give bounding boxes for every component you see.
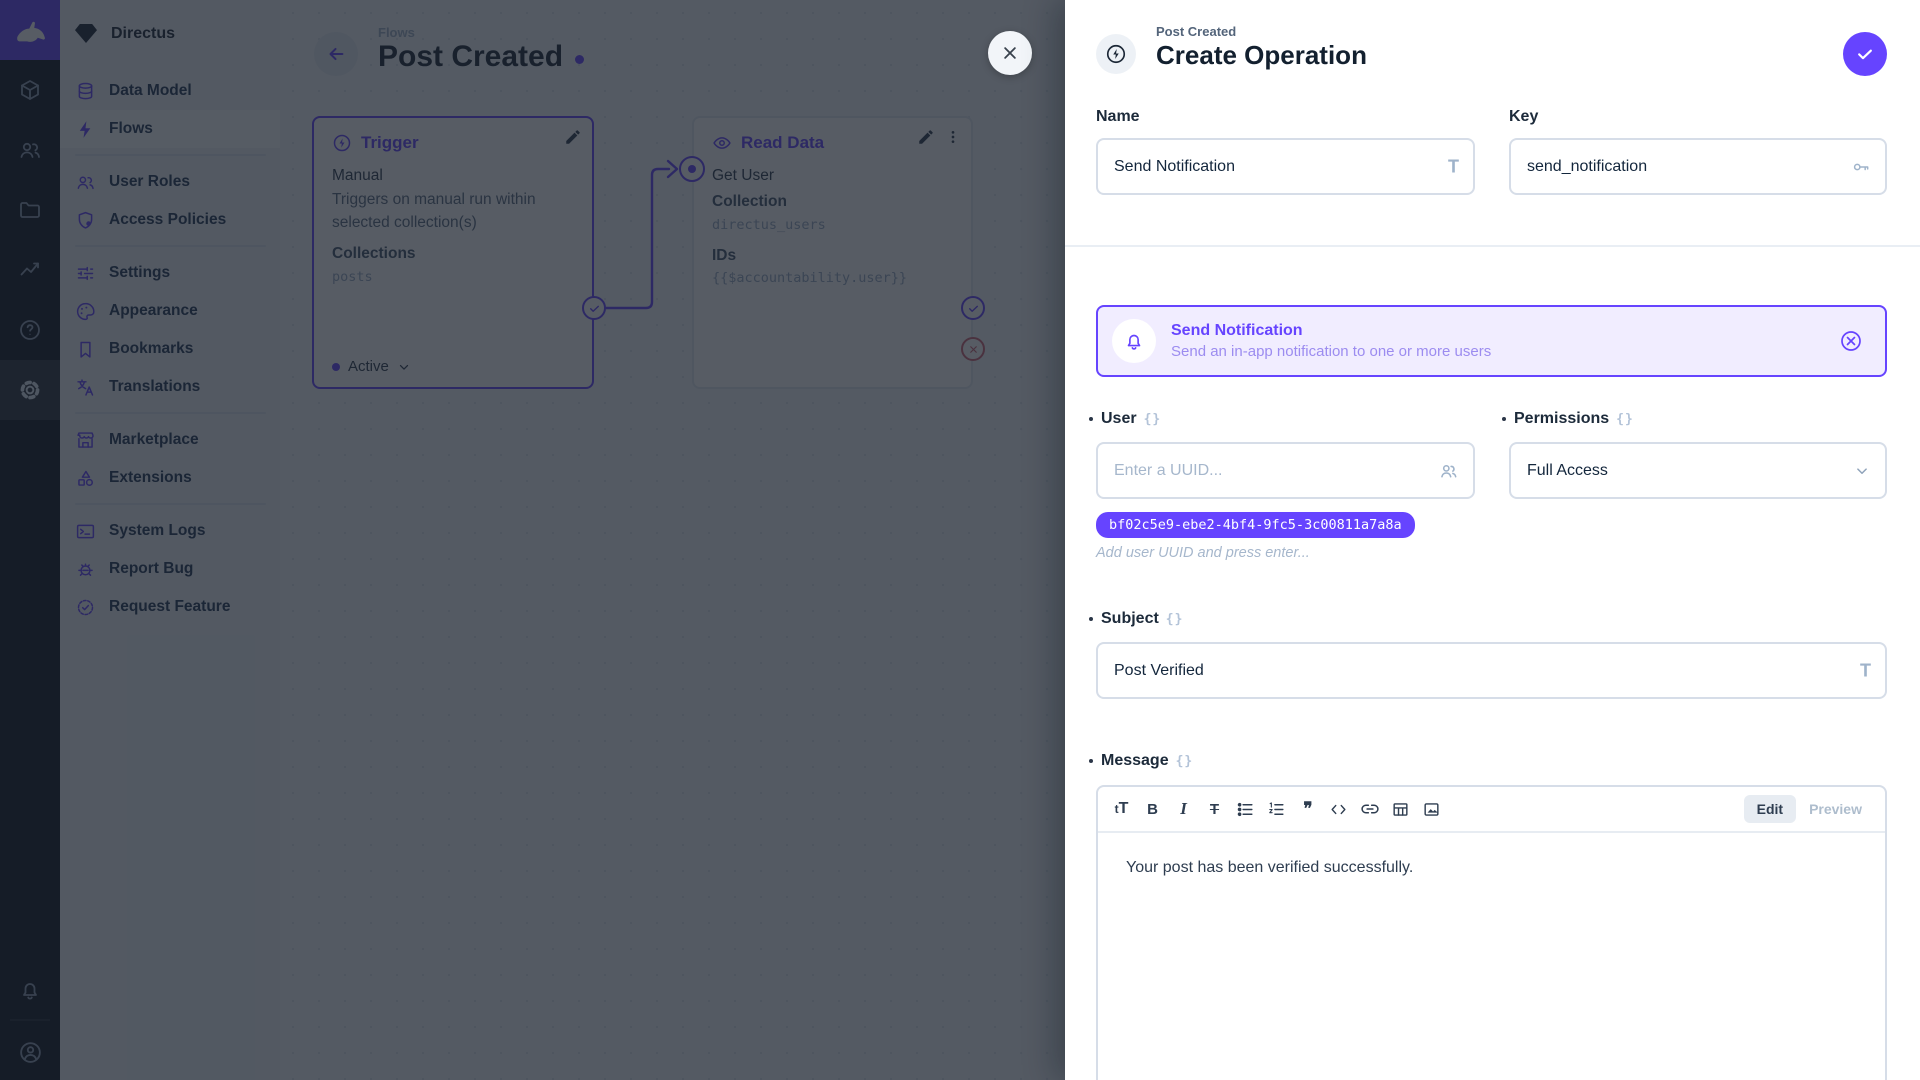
key-field <box>1509 138 1887 195</box>
key-label: Key <box>1509 108 1538 126</box>
blockquote-button[interactable]: ❞ <box>1292 792 1323 826</box>
user-label-text: User <box>1101 410 1137 428</box>
drawer-breadcrumb: Post Created <box>1156 24 1236 39</box>
key-label-text: Key <box>1509 108 1538 126</box>
user-label: User {} <box>1089 410 1161 428</box>
title-icon: T <box>1448 156 1459 177</box>
message-label: Message {} <box>1089 752 1193 770</box>
chevron-down-icon <box>1853 462 1871 480</box>
message-body-input[interactable]: Your post has been verified successfully… <box>1098 833 1885 903</box>
user-uuid-tag[interactable]: bf02c5e9-ebe2-4bf4-9fc5-3c00811a7a8a <box>1096 512 1415 538</box>
message-label-text: Message <box>1101 752 1169 770</box>
permissions-label: Permissions {} <box>1502 410 1634 428</box>
required-dot <box>1089 617 1093 621</box>
bold-button[interactable]: B <box>1137 792 1168 826</box>
operation-type-text: Send Notification Send an in-app notific… <box>1171 322 1839 360</box>
curly-braces-icon[interactable]: {} <box>1144 412 1162 427</box>
name-label-text: Name <box>1096 108 1140 126</box>
required-dot <box>1502 417 1506 421</box>
section-divider <box>1065 245 1920 247</box>
subject-input[interactable] <box>1114 662 1841 680</box>
heading-button[interactable]: tT <box>1106 792 1137 826</box>
deselect-icon[interactable] <box>1839 329 1863 353</box>
name-label: Name <box>1096 108 1140 126</box>
editor-toolbar: tT B I T ❞ Edit Preview <box>1098 787 1885 833</box>
link-button[interactable] <box>1354 792 1385 826</box>
permissions-label-text: Permissions <box>1514 410 1609 428</box>
permissions-select[interactable]: Full Access <box>1509 442 1887 499</box>
italic-button[interactable]: I <box>1168 792 1199 826</box>
subject-field: T <box>1096 642 1887 699</box>
title-icon: T <box>1860 660 1871 681</box>
table-button[interactable] <box>1385 792 1416 826</box>
subject-label-text: Subject <box>1101 610 1159 628</box>
required-dot <box>1089 759 1093 763</box>
name-field: T <box>1096 138 1475 195</box>
preview-mode-button[interactable]: Preview <box>1796 795 1875 823</box>
curly-braces-icon[interactable]: {} <box>1166 612 1184 627</box>
user-hint: Add user UUID and press enter... <box>1096 545 1310 561</box>
numbered-list-button[interactable] <box>1261 792 1292 826</box>
required-dot <box>1089 417 1093 421</box>
code-button[interactable] <box>1323 792 1354 826</box>
key-icon <box>1851 157 1871 177</box>
operation-type-title: Send Notification <box>1171 322 1839 340</box>
bulleted-list-button[interactable] <box>1230 792 1261 826</box>
directus-app: Directus Data Model Flows User Roles Acc… <box>0 0 1920 1080</box>
people-icon <box>1438 460 1459 481</box>
bell-icon <box>1123 330 1145 352</box>
permissions-value: Full Access <box>1527 462 1608 480</box>
bell-icon-circle <box>1112 319 1156 363</box>
drawer-title: Create Operation <box>1156 40 1367 71</box>
create-operation-drawer: Post Created Create Operation Name T Key… <box>1065 0 1920 1080</box>
subject-label: Subject {} <box>1089 610 1183 628</box>
bolt-circle-icon <box>1105 43 1127 65</box>
user-field <box>1096 442 1475 499</box>
check-icon <box>1855 44 1875 64</box>
image-button[interactable] <box>1416 792 1447 826</box>
drawer-overlay[interactable] <box>0 0 1065 1080</box>
save-button[interactable] <box>1843 32 1887 76</box>
curly-braces-icon[interactable]: {} <box>1176 754 1194 769</box>
drawer-header-icon-button[interactable] <box>1096 34 1136 74</box>
close-icon <box>1001 44 1019 62</box>
curly-braces-icon[interactable]: {} <box>1616 412 1634 427</box>
key-input[interactable] <box>1527 158 1841 176</box>
message-editor: tT B I T ❞ Edit Preview Your post has be… <box>1096 785 1887 1080</box>
operation-type-description: Send an in-app notification to one or mo… <box>1171 343 1839 360</box>
name-input[interactable] <box>1114 158 1429 176</box>
user-uuid-input[interactable] <box>1114 462 1429 480</box>
strikethrough-button[interactable]: T <box>1199 792 1230 826</box>
operation-type-banner: Send Notification Send an in-app notific… <box>1096 305 1887 377</box>
edit-mode-button[interactable]: Edit <box>1744 795 1796 823</box>
close-drawer-button[interactable] <box>988 31 1032 75</box>
